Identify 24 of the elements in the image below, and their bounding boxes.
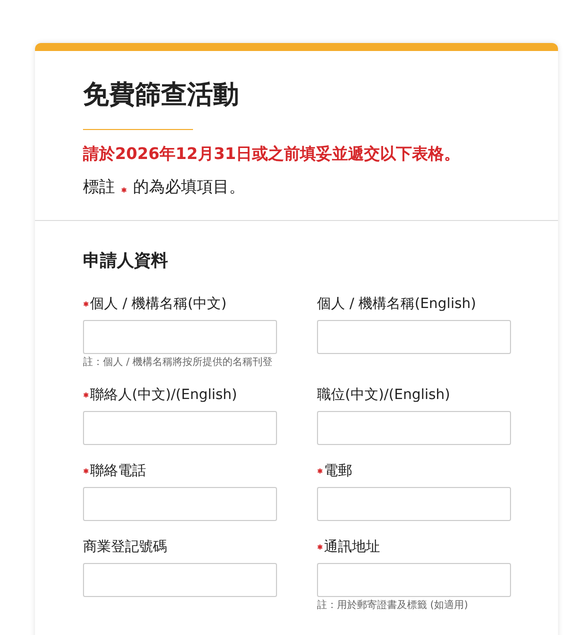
input-field[interactable] — [83, 487, 277, 521]
input-field[interactable] — [317, 563, 511, 597]
field-label: 電郵 — [324, 462, 352, 480]
field-note: 註：用於郵寄證書及標籤 (如適用) — [317, 600, 469, 612]
legend-text: 標註 — [83, 177, 115, 198]
section-title: 申請人資料 — [83, 250, 169, 272]
field-note: 註：個人 / 機構名稱將按所提供的名稱刊登 — [83, 357, 274, 369]
input-field[interactable] — [83, 563, 277, 597]
field-label: 聯絡人(中文)/(English) — [90, 386, 238, 404]
input-field[interactable] — [83, 411, 277, 445]
input-field[interactable] — [317, 411, 511, 445]
input-field[interactable] — [317, 320, 511, 354]
field-label: 職位(中文)/(English) — [317, 386, 450, 404]
required-asterisk-icon — [121, 186, 127, 192]
input-field[interactable] — [317, 487, 511, 521]
field-label: 個人 / 機構名稱(中文) — [90, 295, 227, 313]
legend-text: 的為必填項目。 — [133, 177, 245, 198]
form-title: 免費篩查活動 — [83, 79, 240, 111]
deadline-notice: 請於2026年12月31日或之前填妥並遞交以下表格。 — [83, 144, 462, 165]
field-label: 聯絡電話 — [90, 462, 146, 480]
field-label: 通訊地址 — [324, 538, 380, 556]
field-label: 商業登記號碼 — [83, 538, 167, 556]
input-field[interactable] — [83, 320, 277, 354]
field-label: 個人 / 機構名稱(English) — [317, 295, 476, 313]
